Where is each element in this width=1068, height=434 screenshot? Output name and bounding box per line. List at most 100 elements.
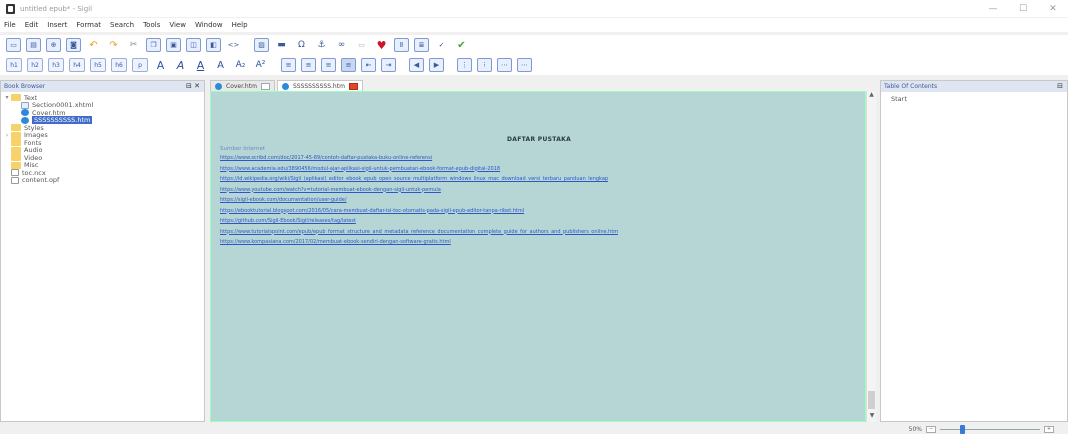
menu-tools[interactable]: Tools (143, 21, 160, 29)
tab-label: Cover.htm (226, 82, 257, 90)
expand-arrow-icon[interactable]: ▾ (3, 94, 11, 101)
code-view-icon[interactable]: <> (226, 38, 241, 52)
reference-link[interactable]: https://ebooktutorial.blogspot.com/2016/… (220, 208, 618, 219)
insert-id-icon[interactable]: ⚓ (314, 38, 329, 52)
indent-list-icon[interactable]: ⋯ (497, 58, 512, 72)
heading-6-button[interactable]: h6 (111, 58, 127, 72)
folder-icon (11, 161, 21, 169)
insert-image-icon[interactable]: ▨ (254, 38, 269, 52)
menu-view[interactable]: View (169, 21, 186, 29)
zoom-in-button[interactable]: + (1044, 425, 1054, 433)
menu-window[interactable]: Window (195, 21, 223, 29)
scrollbar-thumb[interactable] (868, 391, 875, 409)
panel-float-icon[interactable]: ⊟ (1057, 82, 1063, 90)
undo-icon[interactable]: ↶ (86, 38, 101, 52)
menu-help[interactable]: Help (232, 21, 248, 29)
tab-close-icon[interactable] (260, 82, 270, 90)
expand-arrow-icon[interactable]: › (3, 132, 11, 139)
paragraph-button[interactable]: p (132, 58, 148, 72)
menu-search[interactable]: Search (110, 21, 134, 29)
heading-3-button[interactable]: h3 (48, 58, 64, 72)
table-of-contents-icon[interactable]: ≣ (414, 38, 429, 52)
tab-ssssssssss[interactable]: SSSSSSSSSS.htm (276, 80, 363, 91)
paste-icon[interactable]: ▣ (166, 38, 181, 52)
reference-link[interactable]: https://id.wikipedia.org/wiki/Sigil_(apl… (220, 176, 618, 187)
reference-link[interactable]: https://sigil-ebook.com/documentation/us… (220, 197, 618, 208)
tree-item-content-opf[interactable]: content.opf (1, 176, 204, 184)
subscript-icon[interactable]: A₂ (233, 58, 248, 72)
redo-icon[interactable]: ↷ (106, 38, 121, 52)
book-view-icon[interactable]: ◫ (186, 38, 201, 52)
spellcheck-icon[interactable]: ✓ (434, 38, 449, 52)
reference-link[interactable]: https://www.academia.edu/3890456/modul-a… (220, 166, 618, 177)
ltr-direction-icon[interactable]: ◀ (409, 58, 424, 72)
panel-float-close-icon[interactable]: ⊟ ✕ (186, 82, 200, 90)
editor-scrollbar[interactable]: ▲ ▼ (866, 91, 876, 422)
menu-format[interactable]: Format (76, 21, 101, 29)
align-center-icon[interactable]: ≡ (301, 58, 316, 72)
reference-list: https://www.scribd.com/doc/2017-45-89/co… (220, 155, 618, 250)
insert-special-char-icon[interactable]: Ω (294, 38, 309, 52)
tab-close-icon[interactable] (348, 82, 358, 90)
reference-link[interactable]: https://www.tutorialspoint.com/epub/epub… (220, 229, 618, 240)
open-file-icon[interactable]: ▤ (26, 38, 41, 52)
reference-link[interactable]: https://www.youtube.com/watch?v=tutorial… (220, 187, 618, 198)
menu-edit[interactable]: Edit (25, 21, 39, 29)
metadata-editor-icon[interactable]: Ⅱ (394, 38, 409, 52)
text-color-icon[interactable]: A (153, 58, 168, 72)
heading-1-button[interactable]: h1 (6, 58, 22, 72)
folder-icon (11, 139, 21, 147)
underline-font-icon[interactable]: A (193, 58, 208, 72)
maximize-button[interactable]: ☐ (1008, 0, 1038, 17)
align-left-icon[interactable]: ≡ (281, 58, 296, 72)
save-icon[interactable]: ◙ (66, 38, 81, 52)
zoom-out-button[interactable]: − (926, 425, 936, 433)
heading-5-button[interactable]: h5 (90, 58, 106, 72)
table-of-contents-panel: Table Of Contents ⊟ Start (880, 80, 1068, 422)
zoom-slider-handle[interactable] (960, 424, 965, 434)
scroll-down-icon[interactable]: ▼ (867, 412, 877, 422)
book-browser-panel: Book Browser ⊟ ✕ ▾ Text Section0001.xhtm… (0, 80, 205, 422)
reference-link[interactable]: https://www.scribd.com/doc/2017-45-89/co… (220, 155, 618, 166)
decrease-indent-icon[interactable]: ⇤ (361, 58, 376, 72)
new-file-icon[interactable]: ▭ (6, 38, 21, 52)
menu-file[interactable]: File (4, 21, 16, 29)
book-view-editor[interactable]: DAFTAR PUSTAKA Sumber Internet https://w… (210, 91, 866, 422)
folder-icon (11, 94, 21, 102)
rtl-direction-icon[interactable]: ▶ (429, 58, 444, 72)
numbered-list-icon[interactable]: ⋮ (457, 58, 472, 72)
italic-font-icon[interactable]: A (173, 58, 188, 72)
book-browser-header: Book Browser ⊟ ✕ (1, 81, 204, 92)
heart-icon[interactable]: ♥ (374, 38, 389, 52)
tab-cover[interactable]: Cover.htm (210, 80, 275, 91)
increase-indent-icon[interactable]: ⇥ (381, 58, 396, 72)
copy-icon[interactable]: ❐ (146, 38, 161, 52)
minimize-button[interactable]: — (978, 0, 1008, 17)
align-justify-icon[interactable]: ≡ (341, 58, 356, 72)
toc-item-start[interactable]: Start (881, 92, 1067, 103)
insert-closing-tag-icon[interactable]: ▭ (354, 38, 369, 52)
insert-link-icon[interactable]: ∞ (334, 38, 349, 52)
bulleted-list-icon[interactable]: ⁝ (477, 58, 492, 72)
outdent-list-icon[interactable]: ⋯ (517, 58, 532, 72)
book-tree: ▾ Text Section0001.xhtml Cover.htm SSSSS… (1, 92, 204, 185)
validate-epub-icon[interactable]: ✔ (454, 38, 469, 52)
reference-link[interactable]: https://github.com/Sigil-Ebook/Sigil/rel… (220, 218, 618, 229)
insert-media-icon[interactable]: ▬ (274, 38, 289, 52)
scroll-up-icon[interactable]: ▲ (867, 91, 876, 101)
toc-header: Table Of Contents ⊟ (881, 81, 1067, 92)
reference-link[interactable]: https://www.kompasiana.com/2017/02/membu… (220, 239, 618, 250)
close-button[interactable]: ✕ (1038, 0, 1068, 17)
heading-4-button[interactable]: h4 (69, 58, 85, 72)
menu-insert[interactable]: Insert (47, 21, 67, 29)
align-right-icon[interactable]: ≡ (321, 58, 336, 72)
heading-2-button[interactable]: h2 (27, 58, 43, 72)
superscript-icon[interactable]: A² (253, 58, 268, 72)
add-file-icon[interactable]: ⊕ (46, 38, 61, 52)
strikethrough-icon[interactable]: A (213, 58, 228, 72)
split-view-icon[interactable]: ◧ (206, 38, 221, 52)
cut-icon[interactable]: ✂ (126, 38, 141, 52)
format-toolbar: h1 h2 h3 h4 h5 h6 p A A A A A₂ A² ≡ ≡ ≡ … (0, 55, 1068, 75)
document-heading: DAFTAR PUSTAKA (506, 136, 572, 143)
zoom-slider[interactable] (940, 424, 1040, 434)
